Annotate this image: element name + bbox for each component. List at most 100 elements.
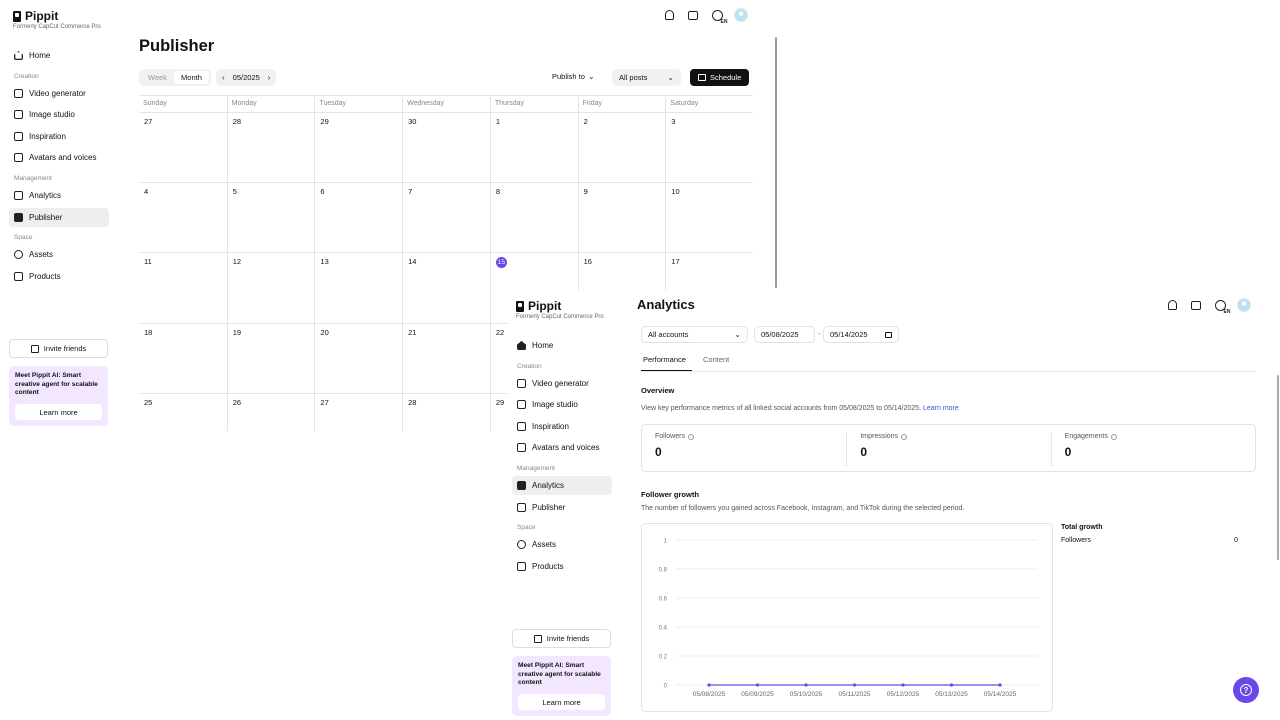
calendar-day[interactable]: 2 bbox=[577, 113, 666, 183]
chart-svg: 0 0.2 0.4 0.6 0.8 1 05/08/2025 05/09/2025 05/10/… bbox=[659, 539, 1038, 698]
tab-content[interactable]: Content bbox=[703, 355, 729, 364]
notifications-button[interactable] bbox=[663, 9, 675, 21]
stat-label-text: Engagements bbox=[1064, 433, 1108, 440]
start-date-input[interactable]: 05/08/2025 bbox=[754, 326, 815, 343]
follower-growth-chart: 0 0.2 0.4 0.6 0.8 1 05/08/2025 05/09/2025 05/10/… bbox=[641, 523, 1053, 712]
learn-more-button[interactable]: Learn more bbox=[15, 404, 102, 420]
data-point bbox=[804, 683, 808, 687]
calendar-day[interactable]: 1 bbox=[489, 113, 578, 183]
sidebar-item-assets[interactable]: Assets bbox=[9, 245, 109, 264]
follower-growth-description: The number of followers you gained acros… bbox=[641, 505, 965, 512]
sidebar-item-video-generator[interactable]: Video generator bbox=[9, 84, 109, 103]
sidebar-item-publisher[interactable]: Publisher bbox=[512, 498, 612, 517]
sidebar-item-assets[interactable]: Assets bbox=[512, 535, 612, 554]
calendar-day[interactable]: 13 bbox=[314, 253, 402, 323]
publish-to-dropdown[interactable]: Publish to ⌄ bbox=[552, 72, 595, 81]
calendar-day[interactable]: 7 bbox=[402, 183, 490, 253]
chevron-right-icon[interactable]: › bbox=[268, 73, 271, 82]
calendar-day[interactable]: 18 bbox=[139, 324, 227, 393]
calendar-day[interactable]: 9 bbox=[577, 183, 666, 253]
calendar-day[interactable]: 25 bbox=[139, 394, 227, 431]
stat-label: Impressions bbox=[860, 433, 1037, 440]
notifications-button[interactable] bbox=[1166, 299, 1178, 311]
calendar-icon[interactable] bbox=[885, 331, 892, 338]
sidebar-item-inspiration[interactable]: Inspiration bbox=[9, 127, 109, 146]
inbox-button[interactable] bbox=[1190, 299, 1202, 311]
sidebar-item-label: Analytics bbox=[532, 480, 565, 490]
week-tab[interactable]: Week bbox=[141, 71, 174, 84]
calendar-day[interactable]: 27 bbox=[139, 113, 227, 182]
avatar[interactable] bbox=[1237, 298, 1251, 312]
chevron-left-icon[interactable]: ‹ bbox=[222, 73, 225, 82]
overview-description: View key performance metrics of all link… bbox=[641, 405, 959, 412]
home-icon bbox=[517, 341, 526, 350]
cloud-icon bbox=[14, 250, 23, 260]
sidebar-item-avatars[interactable]: Avatars and voices bbox=[9, 148, 109, 167]
calendar-day[interactable]: 12 bbox=[226, 253, 315, 323]
calendar-day[interactable]: 19 bbox=[226, 323, 315, 393]
calendar-day[interactable]: 6 bbox=[314, 183, 402, 253]
post-filter-select[interactable]: All posts ⌄ bbox=[612, 69, 681, 86]
learn-more-button[interactable]: Learn more bbox=[518, 694, 605, 710]
calendar-day[interactable]: 14 bbox=[402, 253, 490, 323]
calendar-day[interactable]: 20 bbox=[314, 323, 402, 393]
data-point bbox=[901, 683, 905, 687]
sidebar-item-video-generator[interactable]: Video generator bbox=[512, 374, 612, 393]
info-icon[interactable] bbox=[687, 433, 694, 440]
accounts-select[interactable]: All accounts ⌄ bbox=[641, 326, 748, 343]
sidebar-item-publisher[interactable]: Publisher bbox=[9, 207, 109, 227]
x-tick-label: 05/10/2025 bbox=[790, 691, 823, 698]
sidebar-item-analytics[interactable]: Analytics bbox=[512, 475, 612, 495]
calendar-icon bbox=[14, 212, 23, 222]
vertical-scrollbar[interactable] bbox=[775, 37, 777, 288]
pippit-logo[interactable]: Pippit bbox=[516, 299, 561, 313]
pippit-logo[interactable]: Pippit bbox=[13, 9, 58, 23]
language-button[interactable] bbox=[1214, 299, 1231, 315]
calendar-day[interactable]: 11 bbox=[139, 253, 227, 322]
calendar-day[interactable]: 21 bbox=[402, 323, 490, 393]
weekday-label: Saturday bbox=[665, 96, 753, 112]
calendar-day[interactable]: 29 bbox=[314, 113, 402, 183]
calendar-day[interactable]: 26 bbox=[226, 393, 315, 431]
calendar-day[interactable]: 8 bbox=[489, 183, 578, 253]
sidebar-item-image-studio[interactable]: Image studio bbox=[512, 395, 612, 414]
info-icon[interactable] bbox=[1110, 433, 1117, 440]
calendar-day[interactable]: 4 bbox=[139, 183, 227, 252]
sidebar-item-products[interactable]: Products bbox=[512, 557, 612, 576]
sidebar-item-image-studio[interactable]: Image studio bbox=[9, 105, 109, 124]
avatar[interactable] bbox=[734, 8, 748, 22]
stat-impressions: Impressions 0 bbox=[846, 432, 1050, 467]
sidebar-item-avatars[interactable]: Avatars and voices bbox=[512, 438, 612, 457]
calendar-day[interactable]: 3 bbox=[665, 113, 753, 183]
language-button[interactable] bbox=[711, 9, 728, 25]
calendar-day[interactable]: 30 bbox=[402, 113, 490, 183]
calendar-day[interactable]: 5 bbox=[226, 183, 315, 253]
tab-performance[interactable]: Performance bbox=[643, 355, 686, 364]
y-tick-label: 0.8 bbox=[659, 568, 668, 574]
help-button[interactable]: ? bbox=[1233, 677, 1259, 703]
calendar-day[interactable]: 28 bbox=[402, 393, 490, 431]
gift-icon bbox=[533, 634, 542, 643]
sidebar-item-home[interactable]: Home bbox=[512, 336, 612, 355]
calendar-day[interactable]: 27 bbox=[314, 393, 402, 431]
month-tab[interactable]: Month bbox=[174, 71, 209, 84]
schedule-button[interactable]: Schedule bbox=[690, 69, 750, 86]
info-icon[interactable] bbox=[901, 433, 908, 440]
sidebar-item-inspiration[interactable]: Inspiration bbox=[512, 417, 612, 436]
y-tick-label: 0.6 bbox=[659, 597, 668, 603]
sidebar-item-home[interactable]: Home bbox=[9, 46, 109, 65]
page-title: Analytics bbox=[637, 297, 695, 312]
section-management: Management bbox=[517, 464, 555, 472]
sidebar-item-products[interactable]: Products bbox=[9, 267, 109, 286]
stat-value: 0 bbox=[655, 445, 662, 459]
analytics-scrollbar[interactable] bbox=[1277, 375, 1279, 560]
invite-label: Invite friends bbox=[43, 344, 87, 353]
learn-more-link[interactable]: Learn more bbox=[923, 405, 959, 412]
calendar-day[interactable]: 28 bbox=[226, 113, 315, 183]
invite-friends-button[interactable]: Invite friends bbox=[512, 629, 611, 648]
invite-friends-button[interactable]: Invite friends bbox=[9, 339, 108, 358]
end-date-input[interactable]: 05/14/2025 bbox=[823, 326, 899, 343]
inbox-button[interactable] bbox=[687, 9, 699, 21]
calendar-day[interactable]: 10 bbox=[665, 183, 753, 253]
sidebar-item-analytics[interactable]: Analytics bbox=[9, 186, 109, 205]
